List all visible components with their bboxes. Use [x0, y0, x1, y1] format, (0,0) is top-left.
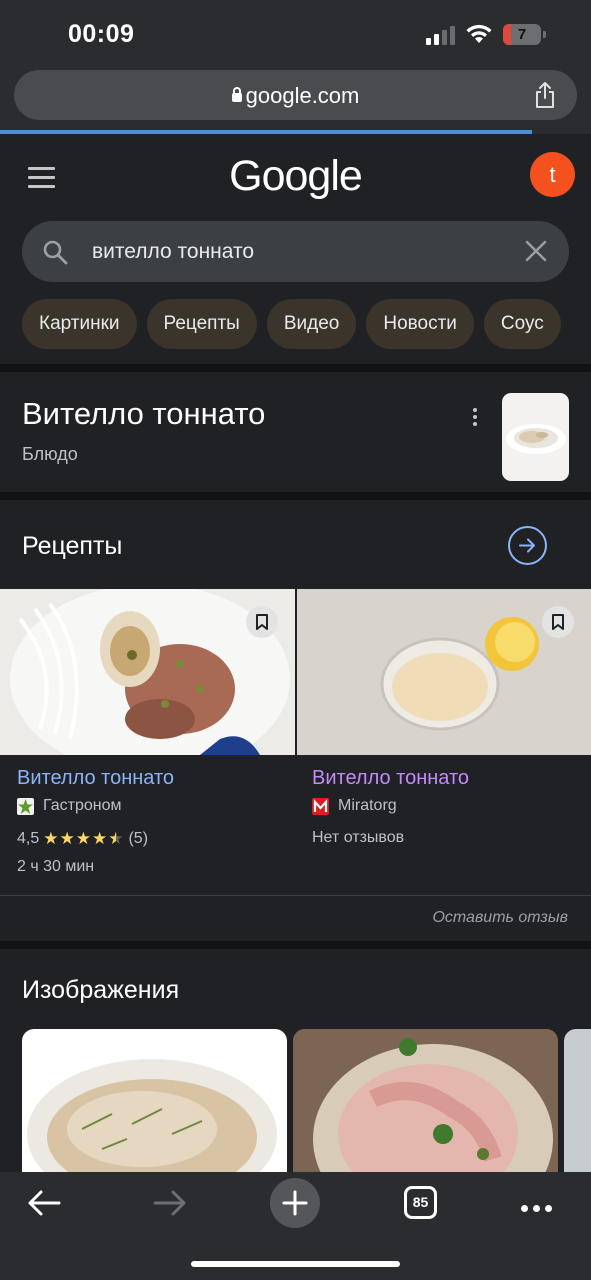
share-icon[interactable] — [533, 81, 557, 114]
tabs-icon[interactable]: 85 — [404, 1186, 437, 1219]
battery-icon: 7 — [503, 24, 546, 45]
rating-stars-icon: ★★★★★ — [43, 829, 125, 848]
recipe-title[interactable]: Вителло тоннато — [312, 767, 469, 790]
chip-video[interactable]: Видео — [266, 299, 357, 349]
cellular-signal-icon — [426, 25, 455, 45]
recipe-source-name: Miratorg — [338, 797, 397, 814]
filter-chips: Картинки Рецепты Видео Новости Соус — [22, 299, 561, 349]
recipes-heading: Рецепты — [22, 532, 123, 560]
lock-icon — [231, 87, 242, 102]
recipe-rating: 4,5 ★★★★★ (5) — [17, 829, 148, 849]
more-icon[interactable] — [473, 408, 479, 429]
chip-news[interactable]: Новости — [366, 299, 474, 349]
home-indicator — [191, 1261, 400, 1267]
recipe-image[interactable] — [0, 589, 295, 755]
recipe-title[interactable]: Вителло тоннато — [17, 767, 174, 790]
image-result[interactable] — [22, 1029, 287, 1172]
account-avatar[interactable]: t — [530, 152, 575, 197]
url-text: google.com — [245, 83, 360, 108]
arrow-right-icon[interactable] — [508, 526, 547, 565]
url-field[interactable]: google.com — [14, 70, 577, 120]
recipe-source: Miratorg — [312, 797, 397, 815]
clear-icon[interactable] — [525, 240, 547, 267]
chip-recipes[interactable]: Рецепты — [146, 299, 257, 349]
gastronom-favicon-icon — [17, 797, 34, 815]
bookmark-icon[interactable] — [542, 606, 574, 638]
recipe-time: 2 ч 30 мин — [17, 858, 95, 875]
forward-icon[interactable] — [152, 1188, 188, 1223]
back-icon[interactable] — [26, 1188, 62, 1223]
recipes-section: Рецепты Вителло тоннато Гастроном 4,5 ★★… — [0, 501, 591, 941]
recipe-source: Гастроном — [17, 797, 122, 815]
section-divider — [0, 364, 591, 372]
no-reviews: Нет отзывов — [312, 829, 405, 846]
plus-icon[interactable] — [270, 1178, 320, 1228]
wifi-icon — [465, 22, 493, 49]
status-time: 00:09 — [68, 20, 135, 48]
google-logo[interactable]: Google — [0, 152, 591, 201]
search-input[interactable]: вителло тоннато — [92, 240, 254, 264]
rating-value: 4,5 — [17, 830, 40, 847]
search-box[interactable]: вителло тоннато — [22, 221, 569, 282]
images-section: Изображения — [0, 950, 591, 1172]
section-divider — [0, 941, 591, 949]
section-divider — [0, 492, 591, 500]
dish-thumbnail[interactable] — [502, 393, 569, 481]
miratorg-favicon-icon — [312, 797, 329, 815]
google-header: Google t вителло тоннато Картинки Рецепт… — [0, 134, 591, 364]
chip-sauce[interactable]: Соус — [483, 299, 561, 349]
recipes-divider — [0, 895, 591, 896]
status-bar: 00:09 7 — [0, 0, 591, 64]
recipe-source-name: Гастроном — [43, 797, 122, 814]
more-dots-icon[interactable] — [521, 1199, 557, 1217]
knowledge-panel: Вителло тоннато Блюдо — [0, 372, 591, 492]
image-result[interactable] — [293, 1029, 558, 1172]
review-count: (5) — [128, 830, 149, 847]
browser-address-bar: google.com — [0, 64, 591, 132]
search-icon[interactable] — [42, 239, 68, 270]
kp-title[interactable]: Вителло тоннато — [22, 396, 265, 432]
bookmark-icon[interactable] — [246, 606, 278, 638]
chip-images[interactable]: Картинки — [22, 299, 137, 349]
browser-toolbar: 85 — [0, 1172, 591, 1280]
images-heading: Изображения — [22, 976, 180, 1004]
recipe-image[interactable] — [297, 589, 591, 755]
leave-review-link[interactable]: Оставить отзыв — [432, 909, 568, 927]
image-result[interactable] — [564, 1029, 591, 1172]
kp-subtitle: Блюдо — [22, 444, 78, 464]
battery-level: 7 — [517, 26, 527, 43]
